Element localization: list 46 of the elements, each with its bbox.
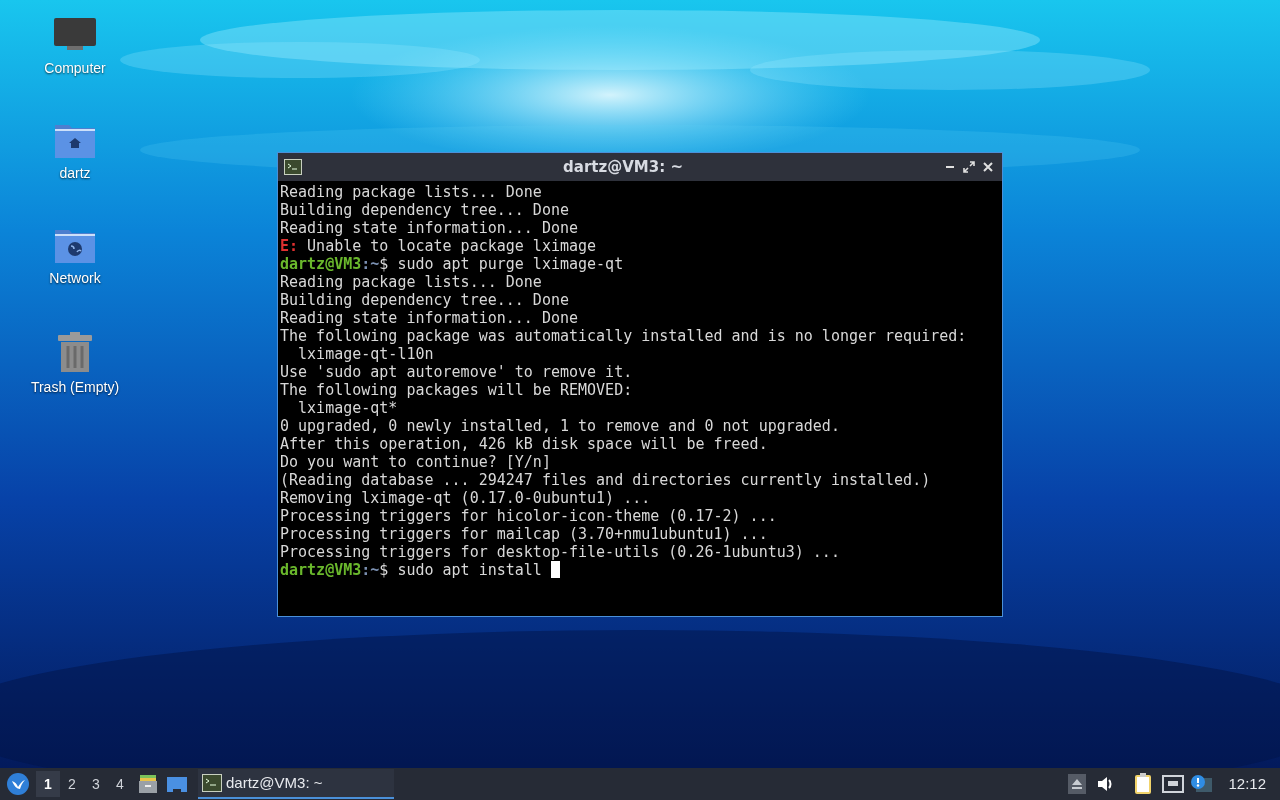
terminal-text: Processing triggers for hicolor-icon-theme (0.17-2) ... xyxy=(280,507,777,525)
eject-icon[interactable] xyxy=(1068,774,1087,794)
terminal-text: lximage-qt-l10n xyxy=(297,345,434,363)
terminal-text: Reading state information... Done xyxy=(280,219,578,237)
icon-label[interactable]: Trash (Empty) xyxy=(30,377,120,398)
icon-label[interactable]: Network xyxy=(49,268,101,289)
terminal-text: :~ xyxy=(361,255,380,273)
workspace-button[interactable]: 2 xyxy=(60,771,84,797)
terminal-text: $ sudo apt install xyxy=(379,561,543,579)
workspace-button[interactable]: 3 xyxy=(84,771,108,797)
maximize-icon[interactable] xyxy=(963,161,975,173)
terminal-text: lximage-qt* xyxy=(297,399,398,417)
notification-icon[interactable] xyxy=(1190,774,1213,794)
terminal-text: Building dependency tree... Done xyxy=(280,291,569,309)
terminal-text: (Reading database ... 294247 files and directories currently installed.) xyxy=(280,471,931,489)
terminal-icon xyxy=(202,774,222,792)
desktop-icon[interactable] xyxy=(166,775,188,793)
terminal-text: $ sudo apt purge lximage-qt xyxy=(379,255,624,273)
terminal-text: Processing triggers for desktop-file-utils (0.26-1ubuntu3) ... xyxy=(280,543,840,561)
close-icon[interactable] xyxy=(982,161,994,173)
terminal-text: Unable to locate package lximage xyxy=(306,237,597,255)
network-wired-icon[interactable] xyxy=(1162,775,1185,793)
terminal-text: Reading package lists... Done xyxy=(280,273,542,291)
terminal-text: The following packages will be REMOVED: xyxy=(280,381,633,399)
terminal-icon xyxy=(284,159,302,175)
terminal-text: :~ xyxy=(361,561,380,579)
terminal-text: Removing lximage-qt (0.17.0-0ubuntu1) ... xyxy=(280,489,651,507)
terminal-text: After this operation, 426 kB disk space will be freed. xyxy=(280,435,768,453)
bird-logo-icon[interactable] xyxy=(6,772,30,796)
workspace-button[interactable]: 4 xyxy=(108,771,132,797)
terminal-text: Processing triggers for mailcap (3.70+nmu1ubuntu1) ... xyxy=(280,525,768,543)
clock[interactable]: 12:12 xyxy=(1228,772,1266,796)
terminal-text: Reading package lists... Done xyxy=(280,183,542,201)
terminal-text: E: xyxy=(280,237,299,255)
terminal-text: The following package was automatically installed and is no longer required: xyxy=(280,327,967,345)
terminal-text: Building dependency tree... Done xyxy=(280,201,569,219)
terminal-text: dartz@VM3 xyxy=(280,255,362,273)
terminal-text: Do you want to continue? [Y/n] xyxy=(280,453,551,471)
file-manager-icon[interactable] xyxy=(138,774,158,794)
workspace-button[interactable]: 1 xyxy=(36,771,60,797)
terminal-text: dartz@VM3 xyxy=(280,561,362,579)
task-button[interactable]: dartz@VM3: ~ xyxy=(198,769,394,799)
window-title: dartz@VM3: ~ xyxy=(562,156,684,178)
terminal-text: Reading state information... Done xyxy=(280,309,578,327)
terminal-text: 0 upgraded, 0 newly installed, 1 to remove and 0 not upgraded. xyxy=(280,417,840,435)
terminal-text: Use 'sudo apt autoremove' to remove it. xyxy=(280,363,633,381)
